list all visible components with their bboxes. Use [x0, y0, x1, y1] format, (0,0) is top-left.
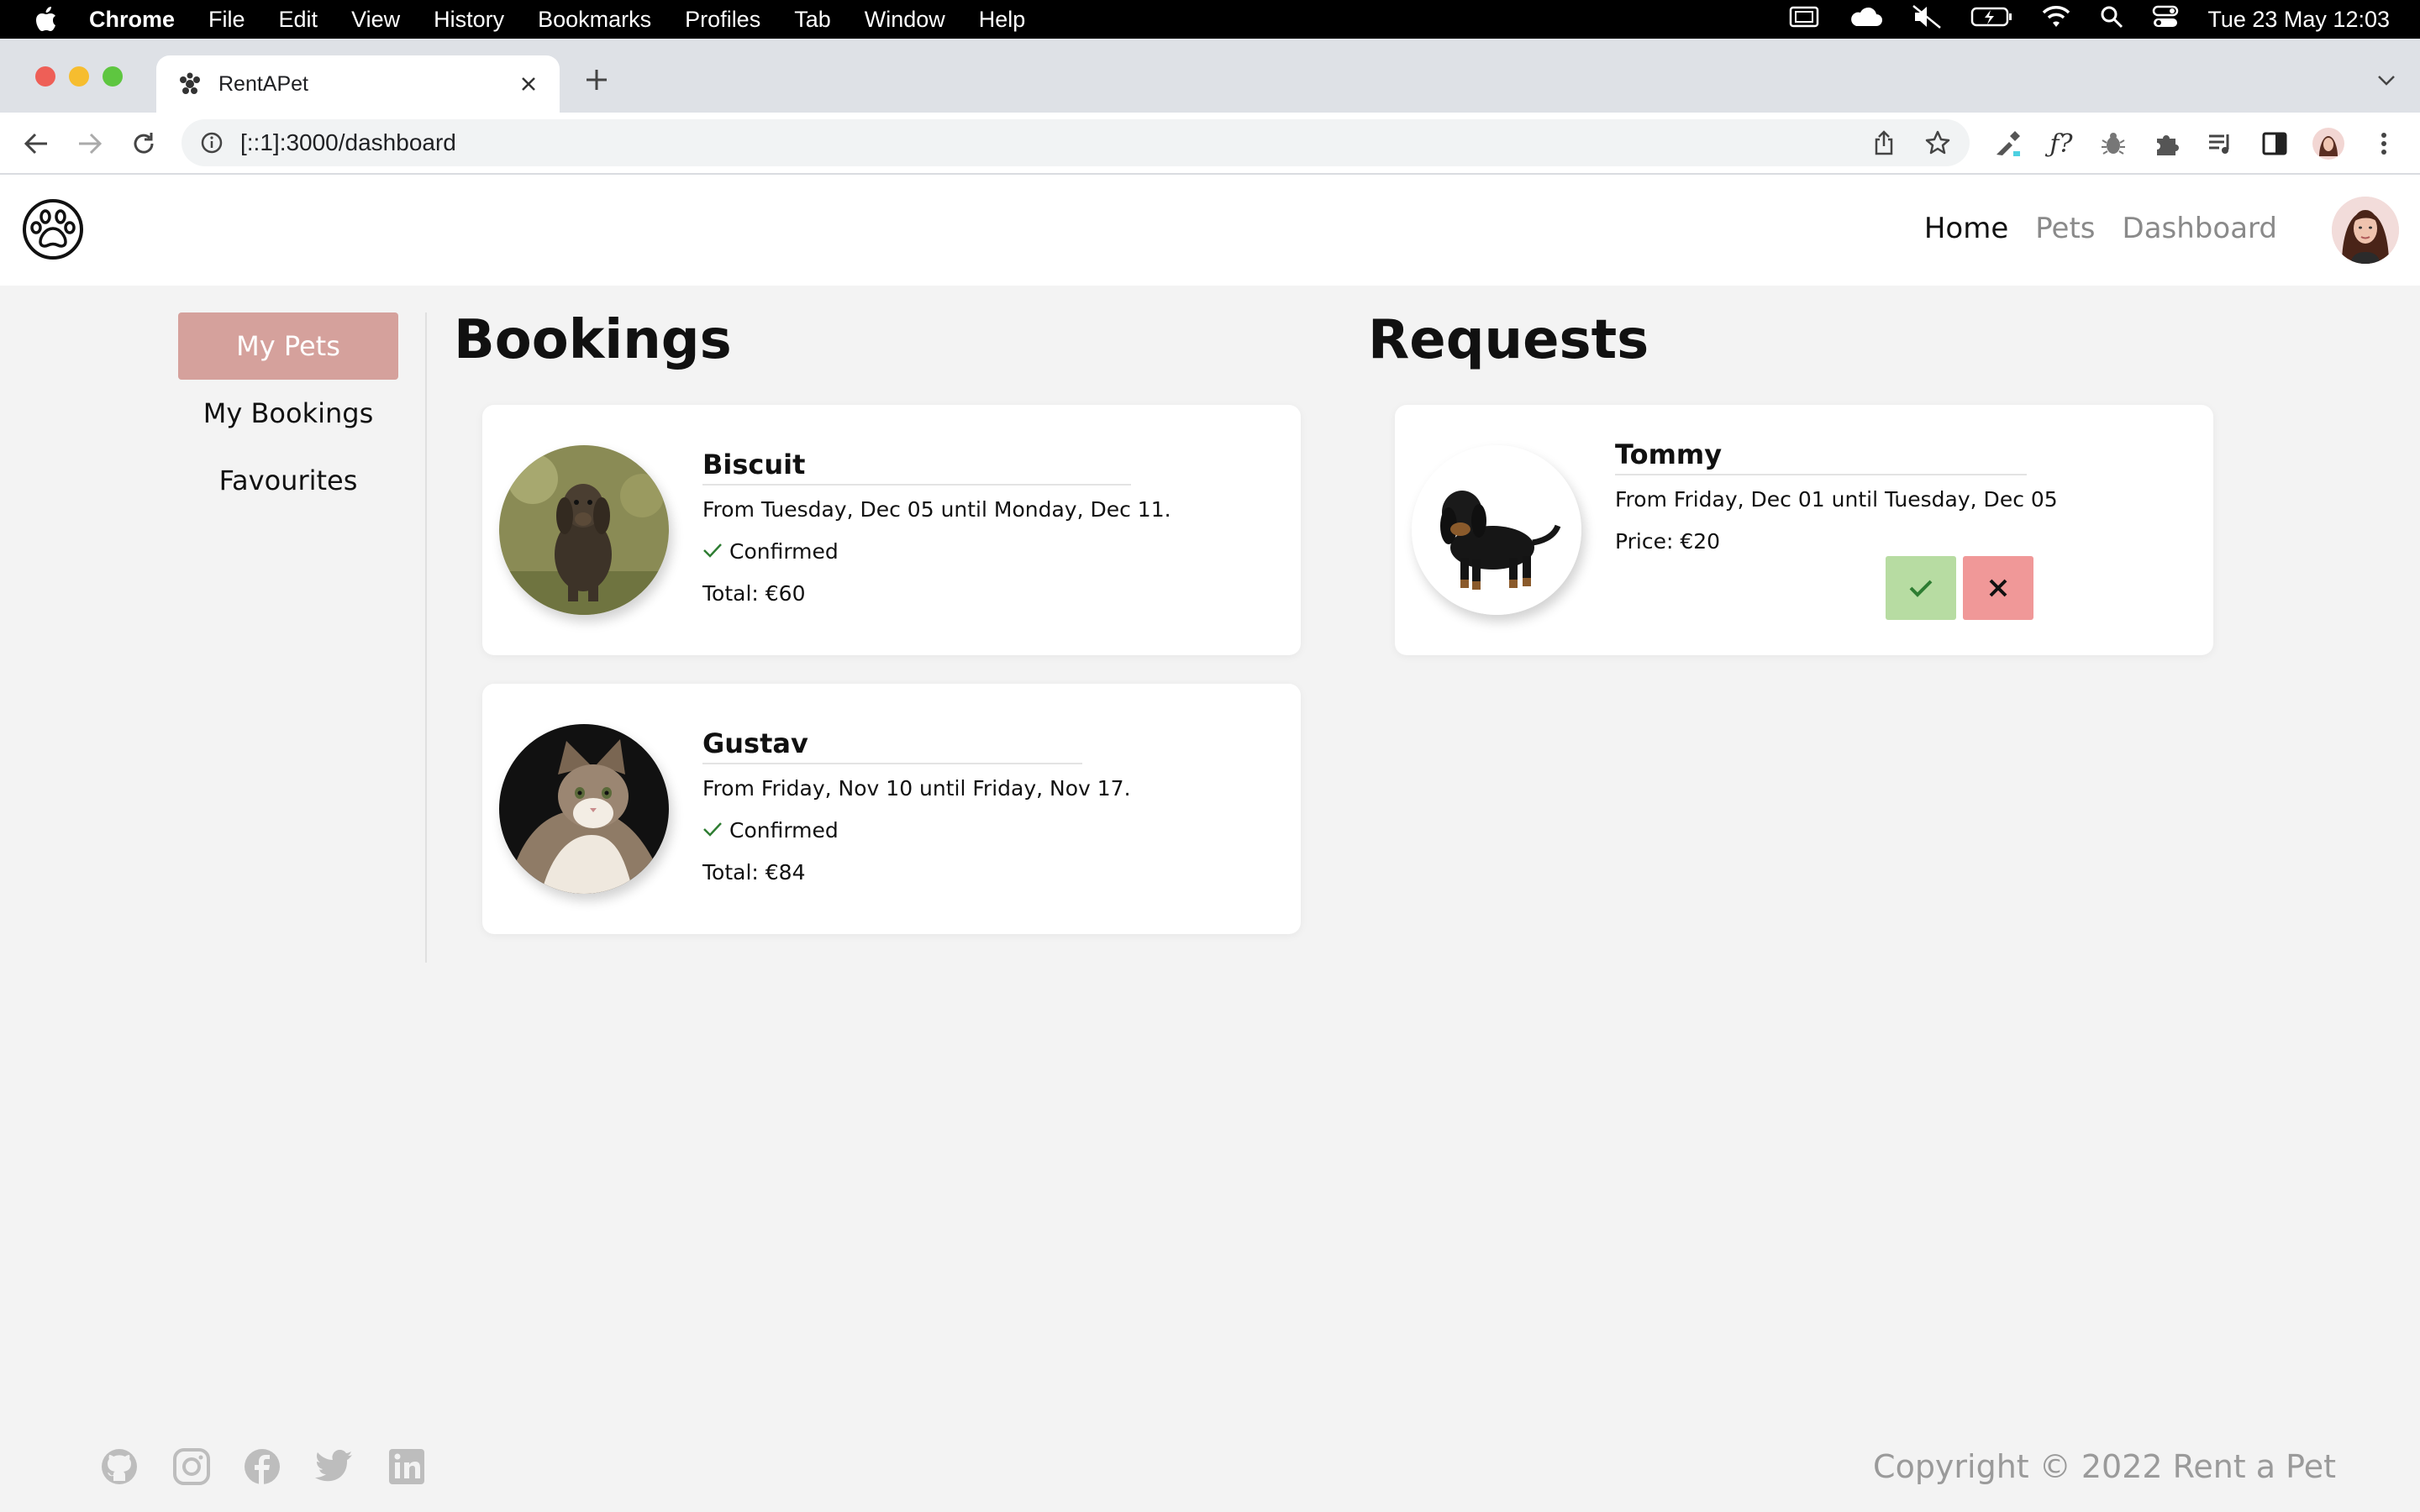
tab-search-chevron-icon[interactable] — [2376, 71, 2396, 91]
black-dachshund-photo — [1412, 445, 1581, 615]
facebook-icon[interactable] — [242, 1446, 282, 1487]
user-avatar[interactable] — [2332, 197, 2399, 264]
booking-total: Total: €60 — [702, 581, 806, 606]
media-controls-icon[interactable] — [2205, 128, 2237, 160]
address-bar[interactable]: [::1]:3000/dashboard — [182, 119, 1970, 166]
side-panel-icon[interactable] — [2259, 128, 2291, 160]
extensions-puzzle-icon[interactable] — [2151, 128, 2183, 160]
browser-tab-active[interactable]: RentAPet — [156, 55, 560, 113]
request-pet-name: Tommy — [1615, 438, 2027, 475]
wifi-icon[interactable] — [2041, 5, 2071, 34]
requests-heading: Requests — [1368, 309, 1649, 371]
sidebar-item-favourites[interactable]: Favourites — [178, 447, 398, 514]
profile-avatar-small[interactable] — [2312, 128, 2344, 160]
menu-file[interactable]: File — [208, 7, 245, 33]
macos-menu-bar: Chrome File Edit View History Bookmarks … — [0, 0, 2420, 39]
check-icon — [702, 539, 723, 564]
booking-card[interactable]: Gustav From Friday, Nov 10 until Friday,… — [482, 684, 1301, 934]
bug-extension-icon[interactable] — [2097, 128, 2129, 160]
control-center-icon[interactable] — [2152, 5, 2179, 34]
site-navigation: Home Pets Dashboard — [1924, 212, 2277, 245]
dashboard-sidebar: My Pets My Bookings Favourites — [178, 312, 398, 514]
paw-logo-icon[interactable] — [22, 198, 84, 260]
browser-toolbar: [::1]:3000/dashboard ƒ? — [0, 113, 2420, 175]
booking-dates: From Tuesday, Dec 05 until Monday, Dec 1… — [702, 497, 1171, 522]
display-icon[interactable] — [1789, 6, 1819, 34]
bookings-heading: Bookings — [454, 309, 732, 371]
menu-help[interactable]: Help — [979, 7, 1026, 33]
tab-title: RentAPet — [218, 71, 309, 96]
sidebar-divider — [425, 312, 427, 963]
request-card[interactable]: Tommy From Friday, Dec 01 until Tuesday,… — [1395, 405, 2213, 655]
request-price: Price: €20 — [1615, 529, 1721, 554]
sidebar-item-my-bookings[interactable]: My Bookings — [178, 380, 398, 447]
menu-bar-clock[interactable]: Tue 23 May 12:03 — [2207, 7, 2390, 33]
tab-close-icon[interactable] — [516, 71, 541, 97]
instagram-icon[interactable] — [171, 1446, 212, 1487]
battery-icon[interactable] — [1970, 6, 2012, 34]
window-minimize-button[interactable] — [69, 66, 89, 87]
menu-edit[interactable]: Edit — [279, 7, 318, 33]
eyedropper-extension-icon[interactable] — [1991, 128, 2023, 160]
linkedin-icon[interactable] — [387, 1446, 427, 1487]
check-icon — [702, 818, 723, 843]
nav-pets-link[interactable]: Pets — [2035, 212, 2095, 245]
menu-window[interactable]: Window — [865, 7, 945, 33]
back-arrow-icon[interactable] — [20, 128, 52, 160]
menu-profiles[interactable]: Profiles — [685, 7, 760, 33]
twitter-icon[interactable] — [314, 1446, 355, 1487]
nav-dashboard-link[interactable]: Dashboard — [2123, 212, 2277, 245]
apple-logo-icon[interactable] — [34, 5, 59, 34]
dachshund-photo — [499, 445, 669, 615]
cat-photo — [499, 724, 669, 894]
booking-total: Total: €84 — [702, 860, 806, 885]
font-extension-icon[interactable]: ƒ? — [2045, 128, 2077, 160]
github-icon[interactable] — [99, 1446, 139, 1487]
booking-pet-name: Biscuit — [702, 449, 1131, 486]
booking-status-text: Confirmed — [729, 539, 839, 564]
url-text[interactable]: [::1]:3000/dashboard — [240, 129, 456, 156]
booking-card[interactable]: Biscuit From Tuesday, Dec 05 until Monda… — [482, 405, 1301, 655]
menu-bookmarks[interactable]: Bookmarks — [538, 7, 651, 33]
window-zoom-button[interactable] — [103, 66, 123, 87]
spotlight-search-icon[interactable] — [2100, 5, 2123, 34]
cloud-icon[interactable] — [1848, 6, 1883, 34]
site-header: Home Pets Dashboard — [0, 175, 2420, 286]
mute-icon[interactable] — [1912, 4, 1942, 35]
share-icon[interactable] — [1870, 129, 1897, 156]
booking-status-text: Confirmed — [729, 818, 839, 843]
menu-app-name[interactable]: Chrome — [89, 7, 175, 33]
booking-status: Confirmed — [702, 539, 839, 564]
nav-home-link[interactable]: Home — [1924, 212, 2008, 245]
menu-tab[interactable]: Tab — [794, 7, 831, 33]
paw-favicon-icon — [176, 71, 203, 97]
window-close-button[interactable] — [35, 66, 55, 87]
reload-icon[interactable] — [128, 128, 160, 160]
booking-pet-name: Gustav — [702, 727, 1082, 764]
site-info-icon[interactable] — [198, 129, 225, 156]
request-dates: From Friday, Dec 01 until Tuesday, Dec 0… — [1615, 487, 2058, 512]
browser-tab-strip: RentAPet — [0, 39, 2420, 113]
copyright-text: Copyright © 2022 Rent a Pet — [1873, 1448, 2336, 1485]
menu-history[interactable]: History — [434, 7, 504, 33]
chrome-menu-icon[interactable] — [2368, 128, 2400, 160]
sidebar-item-my-pets[interactable]: My Pets — [178, 312, 398, 380]
forward-arrow-icon[interactable] — [74, 128, 106, 160]
new-tab-button[interactable] — [580, 64, 613, 97]
menu-view[interactable]: View — [351, 7, 400, 33]
booking-status: Confirmed — [702, 818, 839, 843]
bookmark-star-icon[interactable] — [1924, 129, 1951, 156]
decline-request-button[interactable] — [1963, 556, 2033, 620]
booking-dates: From Friday, Nov 10 until Friday, Nov 17… — [702, 776, 1131, 801]
accept-request-button[interactable] — [1886, 556, 1956, 620]
